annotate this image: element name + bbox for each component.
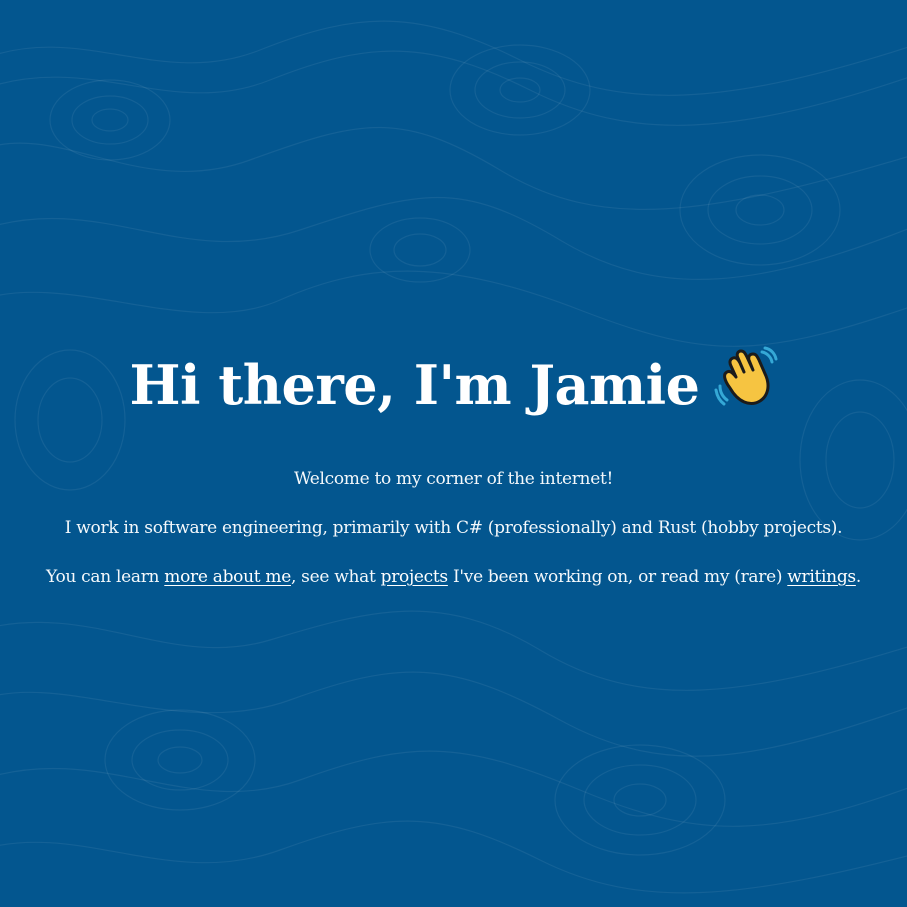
welcome-text: Welcome to my corner of the internet! <box>293 469 614 489</box>
links-mid-1: , see what <box>290 567 381 587</box>
projects-link[interactable]: projects <box>381 567 449 587</box>
links-paragraph: You can learn more about me, see what pr… <box>0 565 907 589</box>
links-mid-2: I've been working on, or read my (rare) <box>447 567 788 587</box>
waving-hand-icon <box>714 346 778 406</box>
writings-link[interactable]: writings <box>787 567 856 587</box>
links-prefix: You can learn <box>46 567 165 587</box>
title-text: Hi there, I'm Jamie <box>129 353 700 417</box>
page-content: Hi there, I'm Jamie Welcome to my corner… <box>0 0 907 907</box>
about-link[interactable]: more about me <box>164 567 291 587</box>
work-description: I work in software engineering, primaril… <box>64 518 843 538</box>
links-suffix: . <box>855 567 861 587</box>
page-title: Hi there, I'm Jamie <box>0 346 907 423</box>
